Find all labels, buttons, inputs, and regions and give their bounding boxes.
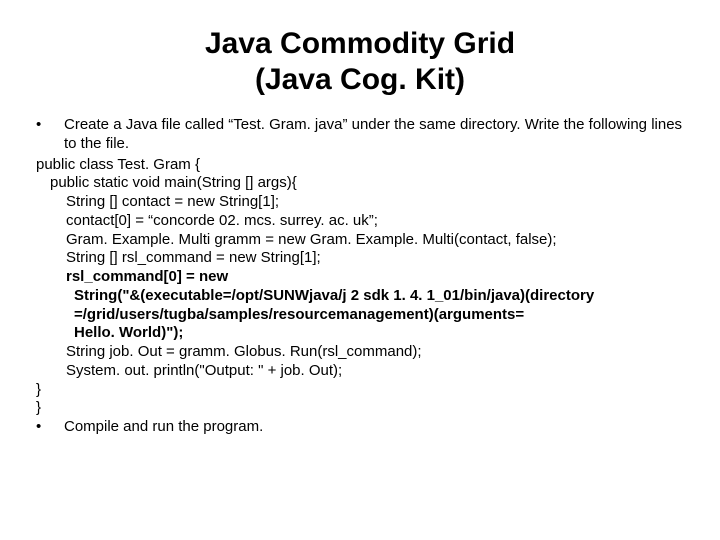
slide-title: Java Commodity Grid (Java Cog. Kit) [26,26,694,98]
code-line-contact-decl: String [] contact = new String[1]; [26,193,694,212]
code-line-main: public static void main(String [] args){ [26,174,694,193]
code-line-close2: } [26,399,694,418]
title-line-1: Java Commodity Grid [26,26,694,62]
code-line-rsl-assign-4: Hello. World)"); [26,324,694,343]
bullet-create-file-text: Create a Java file called “Test. Gram. j… [64,116,682,152]
code-line-jobout: String job. Out = gramm. Globus. Run(rsl… [26,343,694,362]
code-line-rsl-assign-1: rsl_command[0] = new [26,268,694,287]
title-line-2: (Java Cog. Kit) [26,62,694,98]
code-line-println: System. out. println("Output: " + job. O… [26,362,694,381]
code-line-class: public class Test. Gram { [26,156,694,175]
code-line-close1: } [26,381,694,400]
code-line-rsl-decl: String [] rsl_command = new String[1]; [26,249,694,268]
code-line-rsl-assign-3: =/grid/users/tugba/samples/resourcemanag… [26,306,694,325]
bullet-compile-text: Compile and run the program. [64,418,263,435]
code-line-contact-assign: contact[0] = “concorde 02. mcs. surrey. … [26,212,694,231]
slide-body: Create a Java file called “Test. Gram. j… [26,116,694,437]
bullet-compile: Compile and run the program. [26,418,694,437]
slide: Java Commodity Grid (Java Cog. Kit) Crea… [0,0,720,540]
code-line-rsl-assign-2: String("&(executable=/opt/SUNWjava/j 2 s… [26,287,694,306]
bullet-create-file: Create a Java file called “Test. Gram. j… [26,116,694,154]
code-line-gramm-decl: Gram. Example. Multi gramm = new Gram. E… [26,231,694,250]
